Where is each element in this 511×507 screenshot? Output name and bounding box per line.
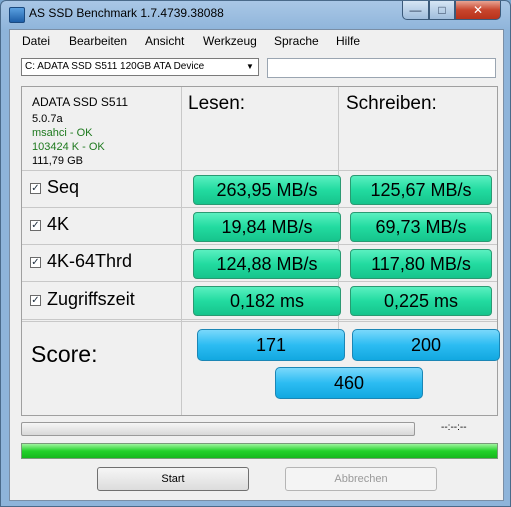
access-time-label: Zugriffszeit: [47, 289, 135, 309]
total-progress-bar: [21, 443, 498, 459]
score-total: 460: [275, 367, 423, 399]
grid-divider: [22, 170, 497, 171]
results-grid: ADATA SSD S511 5.0.7a msahci - OK 103424…: [21, 86, 500, 416]
grid-divider: [22, 321, 497, 322]
read-header: Lesen:: [188, 93, 246, 114]
window-title: AS SSD Benchmark 1.7.4739.38088: [29, 6, 224, 20]
client-area: Datei Bearbeiten Ansicht Werkzeug Sprach…: [9, 29, 504, 501]
score-label: Score:: [31, 341, 98, 367]
drive-select[interactable]: C: ADATA SSD S511 120GB ATA Device ▼: [21, 58, 259, 76]
grid-divider: [181, 87, 182, 415]
menu-datei[interactable]: Datei: [22, 34, 50, 48]
abort-button[interactable]: Abbrechen: [285, 467, 437, 491]
driver-status: msahci - OK: [32, 127, 93, 139]
4k64-checkbox[interactable]: ✓: [30, 257, 41, 268]
seq-label: Seq: [47, 177, 80, 197]
elapsed-time: --:--:--: [441, 422, 467, 433]
drive-select-value: C: ADATA SSD S511 120GB ATA Device: [25, 61, 205, 72]
write-header: Schreiben:: [346, 93, 437, 114]
start-button[interactable]: Start: [97, 467, 249, 491]
4k-label: 4K: [47, 214, 70, 234]
grid-divider: [22, 207, 497, 208]
dropdown-arrow-icon: ▼: [246, 62, 254, 71]
app-icon: [9, 7, 25, 23]
menu-sprache[interactable]: Sprache: [274, 34, 319, 48]
close-button[interactable]: ✕: [455, 1, 501, 20]
menu-bar: Datei Bearbeiten Ansicht Werkzeug Sprach…: [10, 30, 503, 52]
drive-info-field[interactable]: [267, 58, 496, 78]
score-write: 200: [352, 329, 500, 361]
minimize-button[interactable]: —: [402, 1, 429, 20]
access-write-result: 0,225 ms: [350, 286, 492, 316]
test-progress-bar: [21, 422, 415, 436]
drive-capacity: 111,79 GB: [32, 155, 83, 167]
4k64-write-result: 117,80 MB/s: [350, 249, 492, 279]
4k-write-result: 69,73 MB/s: [350, 212, 492, 242]
grid-divider: [22, 244, 497, 245]
firmware-version: 5.0.7a: [32, 113, 63, 125]
4k-checkbox[interactable]: ✓: [30, 220, 41, 231]
4k64-read-result: 124,88 MB/s: [193, 249, 341, 279]
drive-name: ADATA SSD S511: [32, 95, 129, 109]
maximize-button[interactable]: □: [429, 1, 455, 20]
4k64-label: 4K-64Thrd: [47, 251, 133, 271]
grid-divider: [22, 319, 497, 320]
access-read-result: 0,182 ms: [193, 286, 341, 316]
4k-read-result: 19,84 MB/s: [193, 212, 341, 242]
menu-bearbeiten[interactable]: Bearbeiten: [69, 34, 127, 48]
seq-read-result: 263,95 MB/s: [193, 175, 341, 205]
menu-werkzeug[interactable]: Werkzeug: [203, 34, 257, 48]
total-progress-fill: [22, 444, 497, 458]
app-window: AS SSD Benchmark 1.7.4739.38088 — □ ✕ Da…: [0, 0, 511, 507]
score-read: 171: [197, 329, 345, 361]
alignment-status: 103424 K - OK: [32, 141, 105, 153]
title-bar[interactable]: AS SSD Benchmark 1.7.4739.38088 — □ ✕: [1, 1, 510, 27]
seq-write-result: 125,67 MB/s: [350, 175, 492, 205]
access-time-checkbox[interactable]: ✓: [30, 295, 41, 306]
seq-checkbox[interactable]: ✓: [30, 183, 41, 194]
menu-hilfe[interactable]: Hilfe: [336, 34, 360, 48]
menu-ansicht[interactable]: Ansicht: [145, 34, 184, 48]
grid-divider: [22, 281, 497, 282]
